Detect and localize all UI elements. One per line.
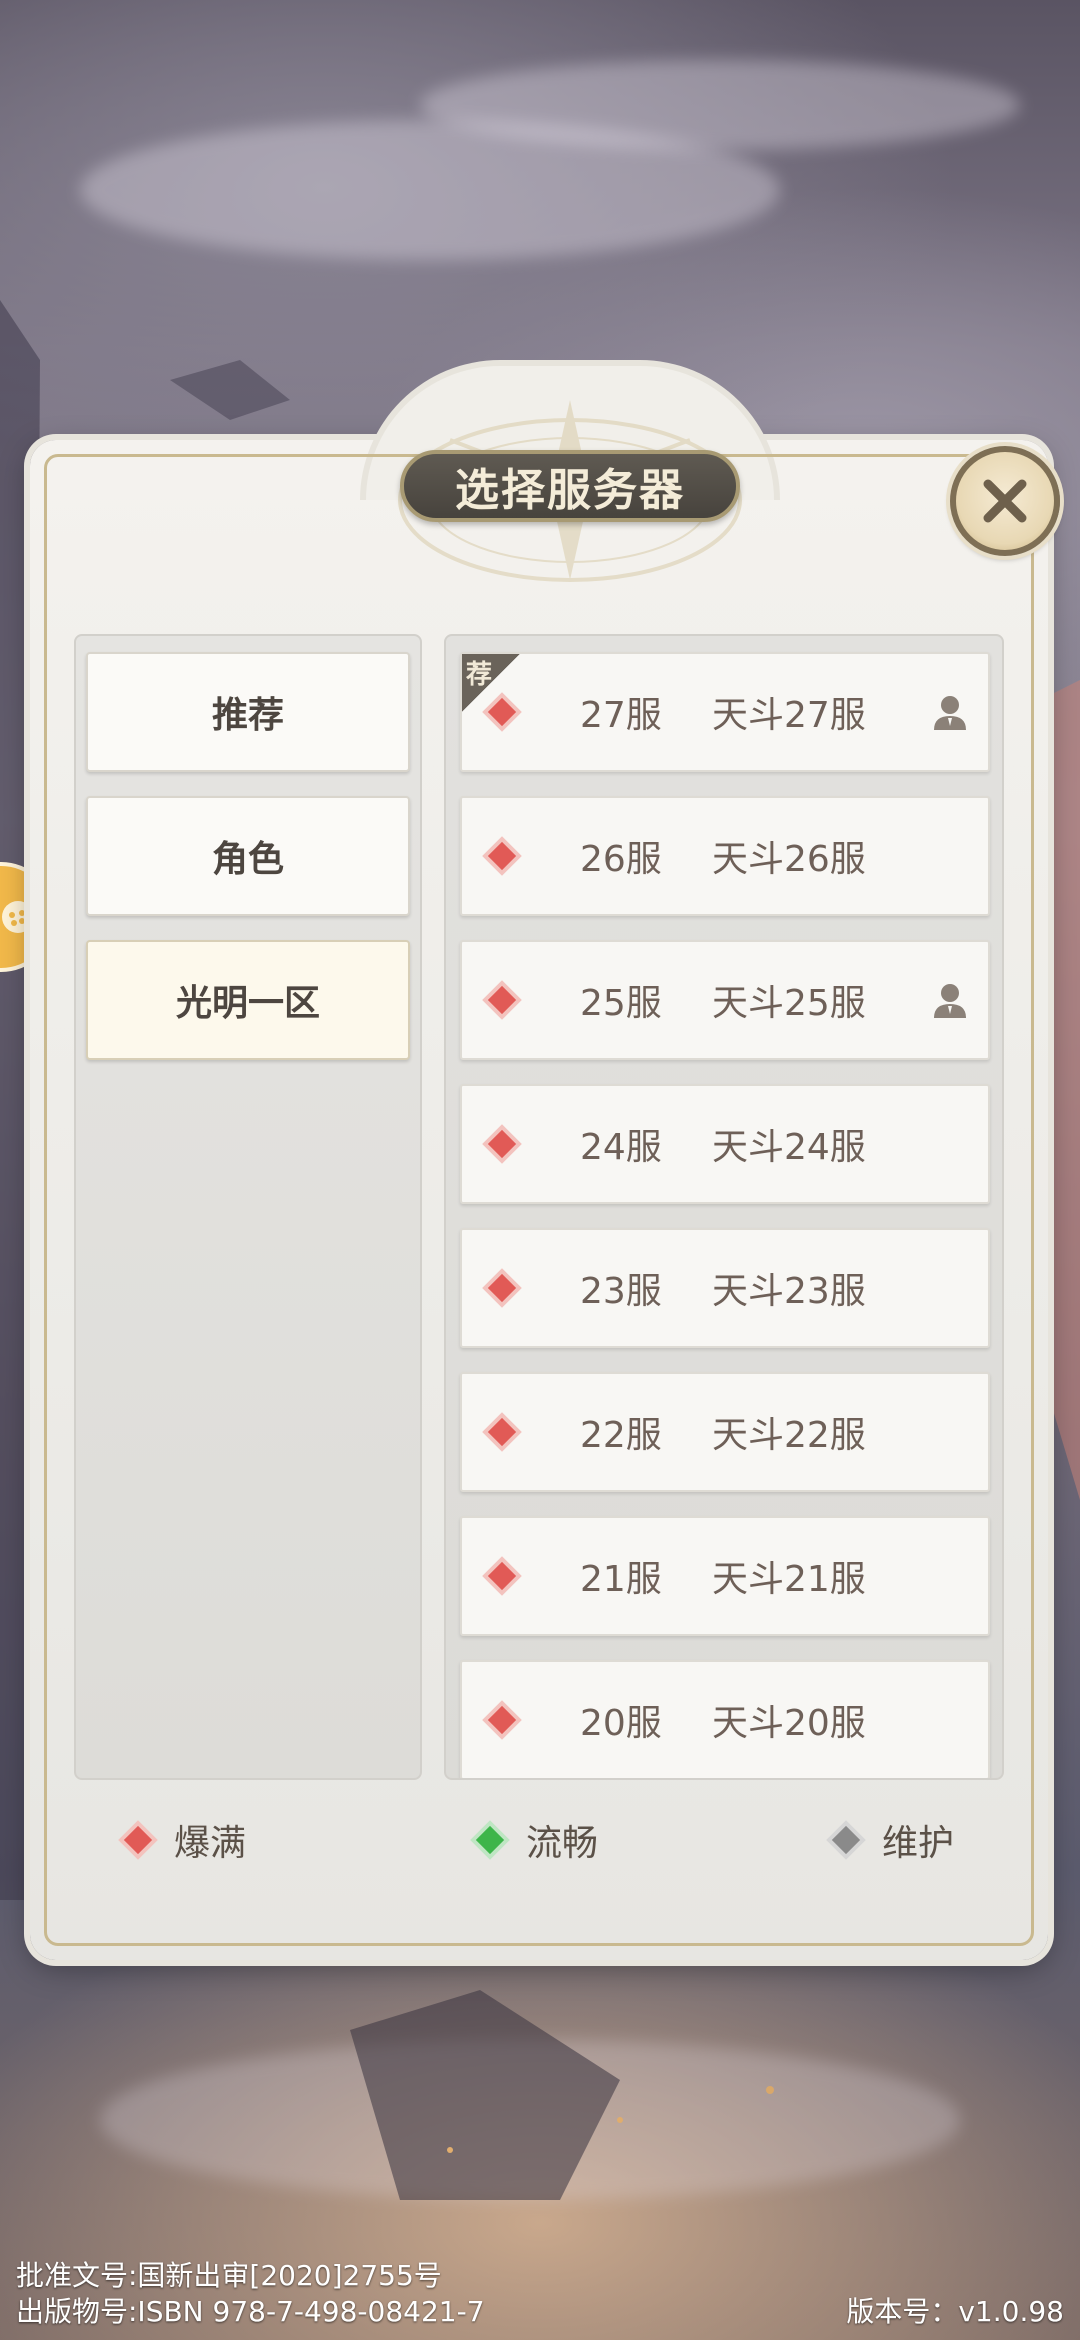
legend-smooth: 流畅 — [475, 1810, 599, 1870]
server-row[interactable]: 21服 天斗21服 — [460, 1516, 990, 1636]
recommended-badge-text: 荐 — [466, 660, 493, 690]
status-full-icon — [123, 1825, 153, 1855]
server-row[interactable]: 荐 27服 天斗27服 — [460, 652, 990, 772]
server-number: 20服 — [580, 1703, 662, 1744]
tab-label: 角色 — [211, 838, 284, 880]
server-name: 天斗25服 — [712, 983, 866, 1024]
tab-characters[interactable]: 角色 — [86, 796, 410, 916]
tab-label: 推荐 — [211, 694, 284, 736]
status-full-icon — [487, 841, 517, 871]
dialog-title: 选择服务器 — [400, 450, 740, 522]
version-number: 版本号：v1.0.98 — [846, 2295, 1064, 2328]
server-name: 天斗23服 — [712, 1271, 866, 1312]
status-full-icon — [487, 1561, 517, 1591]
legend-full: 爆满 — [123, 1810, 247, 1870]
close-icon — [983, 479, 1027, 523]
server-row[interactable]: 22服 天斗22服 — [460, 1372, 990, 1492]
status-full-icon — [487, 985, 517, 1015]
server-number: 22服 — [580, 1415, 662, 1456]
isbn-number: 出版物号:ISBN 978-7-498-08421-7 — [16, 2295, 485, 2328]
status-full-icon — [487, 1273, 517, 1303]
server-list[interactable]: 荐 27服 天斗27服 26服 天斗26服 25服 天斗25服 24服 天斗24… — [444, 634, 1004, 1780]
status-maintenance-icon — [831, 1825, 861, 1855]
status-full-icon — [487, 1417, 517, 1447]
approval-number: 批准文号:国新出审[2020]2755号 — [16, 2259, 442, 2292]
server-name: 天斗22服 — [712, 1415, 866, 1456]
legend-maintenance: 维护 — [831, 1810, 955, 1870]
tab-label: 光明一区 — [175, 982, 320, 1024]
character-icon — [934, 984, 966, 1018]
region-tab-list: 推荐 角色 光明一区 — [74, 634, 422, 1780]
server-number: 21服 — [580, 1559, 662, 1600]
server-name: 天斗20服 — [712, 1703, 866, 1744]
close-button[interactable] — [950, 446, 1060, 556]
server-name: 天斗27服 — [712, 695, 866, 736]
status-full-icon — [487, 1705, 517, 1735]
status-full-icon — [487, 1129, 517, 1159]
legend-label: 维护 — [882, 1823, 955, 1864]
legend-label: 爆满 — [174, 1823, 247, 1864]
status-smooth-icon — [475, 1825, 505, 1855]
dialog-title-text: 选择服务器 — [455, 465, 685, 516]
server-row[interactable]: 23服 天斗23服 — [460, 1228, 990, 1348]
server-number: 27服 — [580, 695, 662, 736]
server-name: 天斗26服 — [712, 839, 866, 880]
server-number: 24服 — [580, 1127, 662, 1168]
server-number: 26服 — [580, 839, 662, 880]
server-row[interactable]: 25服 天斗25服 — [460, 940, 990, 1060]
server-row[interactable]: 20服 天斗20服 — [460, 1660, 990, 1778]
server-row[interactable]: 24服 天斗24服 — [460, 1084, 990, 1204]
server-number: 25服 — [580, 983, 662, 1024]
tab-region-guangming-1[interactable]: 光明一区 — [86, 940, 410, 1060]
server-name: 天斗21服 — [712, 1559, 866, 1600]
character-icon — [934, 696, 966, 730]
server-number: 23服 — [580, 1271, 662, 1312]
server-row[interactable]: 26服 天斗26服 — [460, 796, 990, 916]
server-name: 天斗24服 — [712, 1127, 866, 1168]
recommended-badge: 荐 — [462, 654, 520, 712]
tab-recommended[interactable]: 推荐 — [86, 652, 410, 772]
legend-label: 流畅 — [526, 1823, 599, 1864]
